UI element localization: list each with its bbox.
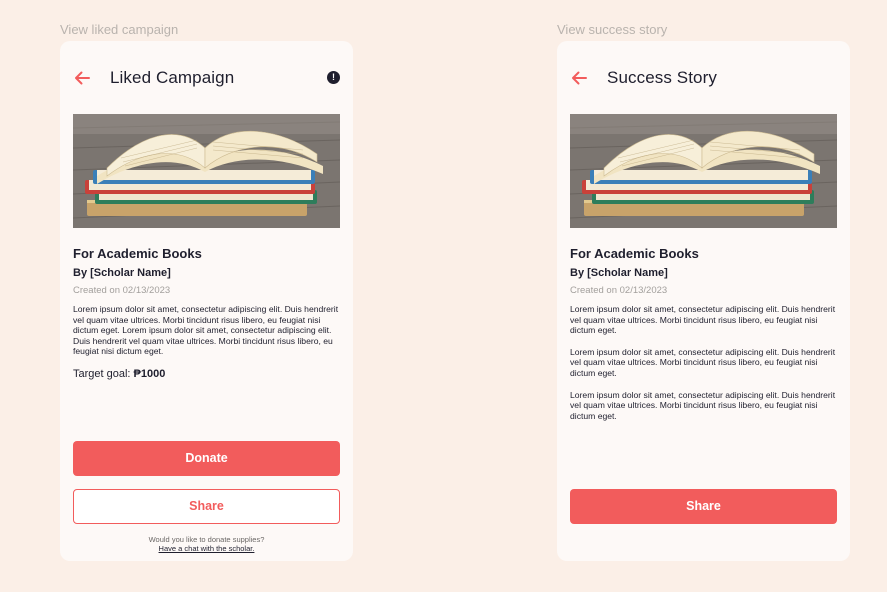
campaign-details: For Academic Books By [Scholar Name] Cre… — [73, 246, 340, 380]
scholar-byline: By [Scholar Name] — [73, 267, 171, 279]
created-date: Created on 02/13/2023 — [570, 285, 668, 296]
target-goal-value: ₱1000 — [133, 367, 166, 380]
donate-supplies-prompt: Would you like to donate supplies? — [148, 535, 265, 544]
campaign-description: Lorem ipsum dolor sit amet, consectetur … — [73, 304, 339, 357]
campaign-cover-image — [73, 114, 340, 228]
campaign-title: For Academic Books — [570, 246, 699, 261]
back-arrow-icon[interactable] — [72, 68, 92, 88]
share-button[interactable]: Share — [73, 489, 340, 524]
story-paragraph: Lorem ipsum dolor sit amet, consectetur … — [570, 389, 836, 421]
target-goal: Target goal: ₱1000 — [73, 368, 340, 380]
story-paragraph: Lorem ipsum dolor sit amet, consectetur … — [570, 346, 836, 378]
liked-campaign-screen: Liked Campaign ! For Academic Books By [… — [60, 41, 353, 561]
frame-label-liked-campaign: View liked campaign — [60, 22, 179, 37]
page-title: Success Story — [607, 68, 717, 87]
back-arrow-icon[interactable] — [569, 68, 589, 88]
story-paragraph: Lorem ipsum dolor sit amet, consectetur … — [570, 304, 836, 336]
app-header: Success Story — [557, 64, 850, 92]
info-icon[interactable]: ! — [327, 71, 340, 84]
page-title: Liked Campaign — [110, 68, 235, 87]
frame-label-success-story: View success story — [557, 22, 668, 37]
campaign-title: For Academic Books — [73, 246, 202, 261]
target-goal-label: Target goal: — [73, 367, 134, 380]
donate-button[interactable]: Donate — [73, 441, 340, 476]
campaign-cover-image — [570, 114, 837, 228]
chat-with-scholar-link: Have a chat with the scholar. — [60, 544, 353, 553]
story-details: For Academic Books By [Scholar Name] Cre… — [570, 246, 837, 421]
created-date: Created on 02/13/2023 — [73, 285, 171, 296]
app-header: Liked Campaign ! — [60, 64, 353, 92]
success-story-screen: Success Story For Academic Books By [Sch… — [557, 41, 850, 561]
chat-with-scholar-link-text[interactable]: Have a chat with the scholar. — [159, 544, 255, 553]
share-button[interactable]: Share — [570, 489, 837, 524]
scholar-byline: By [Scholar Name] — [570, 267, 668, 279]
